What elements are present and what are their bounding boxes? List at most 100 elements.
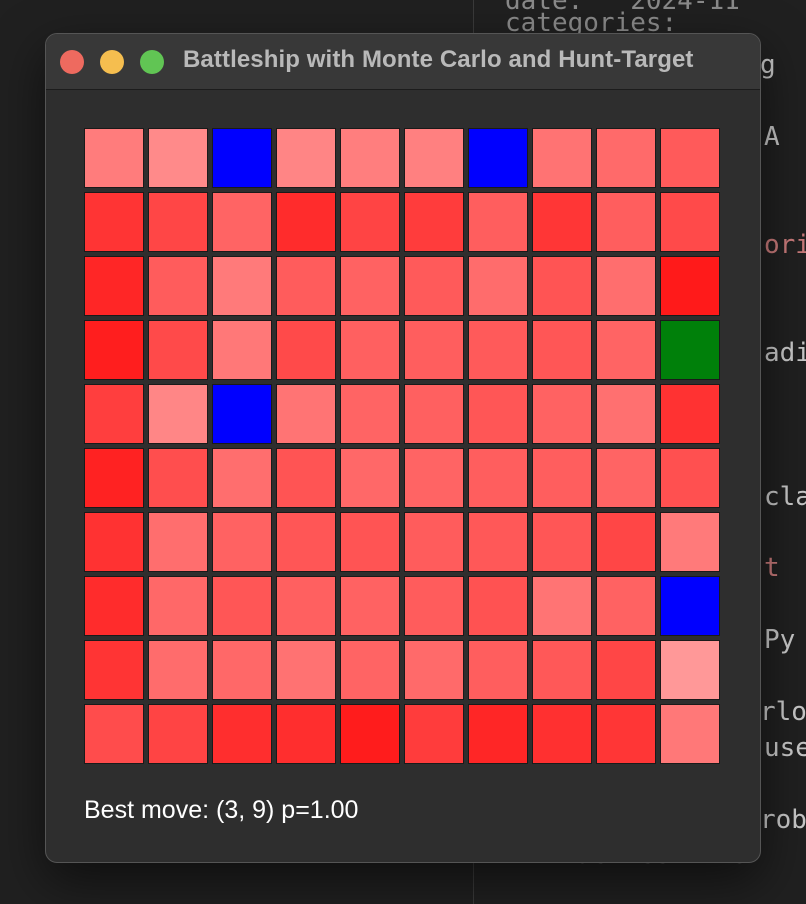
board-cell-9-1[interactable] [148, 704, 208, 764]
board-cell-3-5[interactable] [404, 320, 464, 380]
close-window-button[interactable] [60, 50, 84, 74]
board-cell-9-4[interactable] [340, 704, 400, 764]
board-cell-9-3[interactable] [276, 704, 336, 764]
board-cell-3-4[interactable] [340, 320, 400, 380]
board-cell-3-2[interactable] [212, 320, 272, 380]
board-cell-7-5[interactable] [404, 576, 464, 636]
board-cell-0-3[interactable] [276, 128, 336, 188]
board-cell-1-2[interactable] [212, 192, 272, 252]
board-cell-0-9[interactable] [660, 128, 720, 188]
board-cell-5-7[interactable] [532, 448, 592, 508]
board-cell-0-4[interactable] [340, 128, 400, 188]
board-cell-3-0[interactable] [84, 320, 144, 380]
board-cell-5-3[interactable] [276, 448, 336, 508]
board-cell-1-9[interactable] [660, 192, 720, 252]
board-cell-0-6[interactable] [468, 128, 528, 188]
board-cell-3-9[interactable] [660, 320, 720, 380]
board-cell-7-6[interactable] [468, 576, 528, 636]
board-cell-5-6[interactable] [468, 448, 528, 508]
board-cell-7-7[interactable] [532, 576, 592, 636]
board-cell-3-1[interactable] [148, 320, 208, 380]
board-cell-2-8[interactable] [596, 256, 656, 316]
board-cell-4-1[interactable] [148, 384, 208, 444]
board-cell-7-0[interactable] [84, 576, 144, 636]
board-cell-3-8[interactable] [596, 320, 656, 380]
board-cell-1-1[interactable] [148, 192, 208, 252]
board-cell-1-3[interactable] [276, 192, 336, 252]
board-cell-4-0[interactable] [84, 384, 144, 444]
board-cell-0-0[interactable] [84, 128, 144, 188]
board-cell-4-4[interactable] [340, 384, 400, 444]
board-cell-2-6[interactable] [468, 256, 528, 316]
board-cell-7-9[interactable] [660, 576, 720, 636]
board-cell-0-2[interactable] [212, 128, 272, 188]
board-cell-6-7[interactable] [532, 512, 592, 572]
board-cell-4-2[interactable] [212, 384, 272, 444]
board-cell-0-5[interactable] [404, 128, 464, 188]
board-cell-2-3[interactable] [276, 256, 336, 316]
board-cell-8-9[interactable] [660, 640, 720, 700]
board-cell-8-3[interactable] [276, 640, 336, 700]
board-cell-1-4[interactable] [340, 192, 400, 252]
board-cell-4-3[interactable] [276, 384, 336, 444]
minimize-window-button[interactable] [100, 50, 124, 74]
board-cell-9-8[interactable] [596, 704, 656, 764]
board-cell-9-7[interactable] [532, 704, 592, 764]
board-cell-2-9[interactable] [660, 256, 720, 316]
board-cell-3-3[interactable] [276, 320, 336, 380]
board-cell-5-5[interactable] [404, 448, 464, 508]
board-cell-6-6[interactable] [468, 512, 528, 572]
board-cell-7-8[interactable] [596, 576, 656, 636]
board-cell-7-2[interactable] [212, 576, 272, 636]
board-cell-9-2[interactable] [212, 704, 272, 764]
board-cell-2-0[interactable] [84, 256, 144, 316]
board-cell-5-1[interactable] [148, 448, 208, 508]
board-cell-7-3[interactable] [276, 576, 336, 636]
board-cell-0-1[interactable] [148, 128, 208, 188]
board-cell-8-8[interactable] [596, 640, 656, 700]
board-cell-5-9[interactable] [660, 448, 720, 508]
board-cell-0-8[interactable] [596, 128, 656, 188]
board-cell-1-6[interactable] [468, 192, 528, 252]
board-cell-4-5[interactable] [404, 384, 464, 444]
board-cell-7-1[interactable] [148, 576, 208, 636]
board-cell-4-7[interactable] [532, 384, 592, 444]
board-cell-3-7[interactable] [532, 320, 592, 380]
board-cell-5-0[interactable] [84, 448, 144, 508]
board-cell-8-1[interactable] [148, 640, 208, 700]
zoom-window-button[interactable] [140, 50, 164, 74]
board-cell-4-8[interactable] [596, 384, 656, 444]
board-cell-6-0[interactable] [84, 512, 144, 572]
board-cell-0-7[interactable] [532, 128, 592, 188]
board-cell-8-6[interactable] [468, 640, 528, 700]
board-cell-9-9[interactable] [660, 704, 720, 764]
title-bar[interactable]: Battleship with Monte Carlo and Hunt-Tar… [46, 34, 760, 90]
board-cell-6-4[interactable] [340, 512, 400, 572]
board-cell-6-1[interactable] [148, 512, 208, 572]
board-cell-4-9[interactable] [660, 384, 720, 444]
board-cell-8-0[interactable] [84, 640, 144, 700]
board-cell-9-5[interactable] [404, 704, 464, 764]
board-cell-5-8[interactable] [596, 448, 656, 508]
board-cell-6-5[interactable] [404, 512, 464, 572]
board-cell-1-8[interactable] [596, 192, 656, 252]
board-cell-6-8[interactable] [596, 512, 656, 572]
board-cell-6-2[interactable] [212, 512, 272, 572]
board-cell-1-0[interactable] [84, 192, 144, 252]
board-cell-7-4[interactable] [340, 576, 400, 636]
board-cell-2-4[interactable] [340, 256, 400, 316]
board-cell-3-6[interactable] [468, 320, 528, 380]
board-cell-9-0[interactable] [84, 704, 144, 764]
board-cell-2-2[interactable] [212, 256, 272, 316]
board-cell-5-2[interactable] [212, 448, 272, 508]
board-cell-9-6[interactable] [468, 704, 528, 764]
board-cell-1-5[interactable] [404, 192, 464, 252]
board-cell-8-2[interactable] [212, 640, 272, 700]
board-cell-8-5[interactable] [404, 640, 464, 700]
board-cell-6-9[interactable] [660, 512, 720, 572]
board-cell-2-7[interactable] [532, 256, 592, 316]
board-cell-1-7[interactable] [532, 192, 592, 252]
board-cell-2-5[interactable] [404, 256, 464, 316]
board-cell-4-6[interactable] [468, 384, 528, 444]
board-cell-5-4[interactable] [340, 448, 400, 508]
